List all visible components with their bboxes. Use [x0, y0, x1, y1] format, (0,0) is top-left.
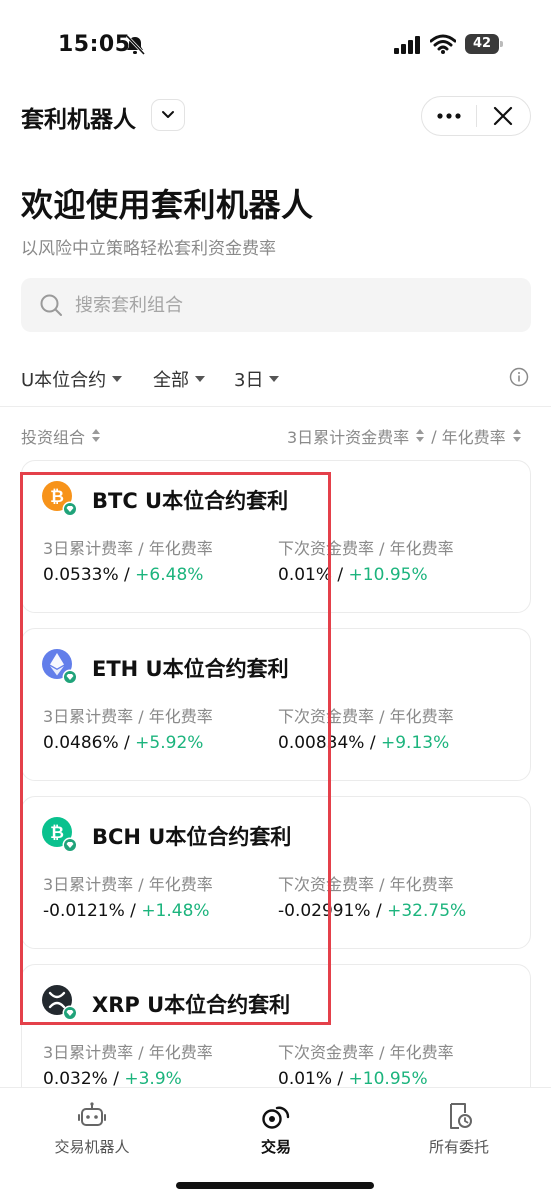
miniapp-capsule [421, 96, 531, 136]
close-button[interactable] [477, 97, 530, 135]
battery-icon: 42 [465, 34, 503, 54]
nav-item-trading-bots[interactable]: 交易机器人 [0, 1088, 184, 1168]
column-header-separator: / [431, 426, 437, 446]
sort-icon [91, 429, 101, 443]
signal-icon [394, 36, 420, 54]
metric-label-cumulative: 3日累计费率 / 年化费率 [43, 1043, 213, 1062]
bch-logo-icon: ₿ [42, 817, 78, 853]
filter-contract-type[interactable]: U本位合约 [21, 366, 123, 392]
filter-scope-label: 全部 [153, 370, 189, 391]
annualized-rate: +10.95% [348, 565, 428, 585]
metric-label-cumulative: 3日累计费率 / 年化费率 [43, 707, 213, 726]
annualized-rate: +1.48% [141, 901, 210, 921]
home-indicator [176, 1182, 374, 1189]
status-bar: 15:05 42 [0, 0, 551, 90]
eth-logo-icon [42, 649, 78, 685]
column-header-portfolio[interactable]: 投资组合 [21, 424, 101, 448]
metric-value-cumulative: 0.032% / +3.9% [43, 1069, 182, 1089]
metric-value-next: -0.02991% / +32.75% [278, 901, 467, 921]
caret-down-icon [269, 376, 280, 382]
filter-scope[interactable]: 全部 [153, 366, 205, 392]
page-heading: 欢迎使用套利机器人 [21, 186, 314, 224]
trade-icon [262, 1106, 290, 1129]
metric-label-next: 下次资金费率 / 年化费率 [278, 1043, 454, 1062]
annualized-rate: +6.48% [135, 565, 204, 585]
filter-period-label: 3日 [234, 370, 264, 391]
column-header-cum-rate-label: 3日累计资金费率 [287, 428, 410, 447]
battery-level: 42 [465, 34, 499, 54]
caret-down-icon [112, 376, 123, 382]
xrp-logo-icon [42, 985, 78, 1021]
metric-label-next: 下次资金费率 / 年化费率 [278, 875, 454, 894]
filter-period[interactable]: 3日 [234, 366, 280, 392]
metric-label-cumulative: 3日累计费率 / 年化费率 [43, 539, 213, 558]
filter-contract-type-label: U本位合约 [21, 370, 107, 391]
metric-value-cumulative: 0.0486% / +5.92% [43, 733, 204, 753]
metric-label-cumulative: 3日累计费率 / 年化费率 [43, 875, 213, 894]
more-button[interactable] [422, 97, 476, 135]
column-header-portfolio-label: 投资组合 [21, 428, 86, 447]
info-icon[interactable] [509, 367, 529, 387]
nav-item-trade[interactable]: 交易 [184, 1088, 368, 1168]
search-input[interactable] [75, 278, 515, 332]
arbitrage-card-btc[interactable]: ₿ BTC U本位合约套利 3日累计费率 / 年化费率 下次资金费率 / 年化费… [21, 460, 531, 613]
robot-icon [78, 1102, 106, 1126]
annualized-rate: +32.75% [387, 901, 467, 921]
arbitrage-card-eth[interactable]: ETH U本位合约套利 3日累计费率 / 年化费率 下次资金费率 / 年化费率 … [21, 628, 531, 781]
metric-value-next: 0.01% / +10.95% [278, 1069, 428, 1089]
sort-icon [512, 429, 522, 443]
svg-text:₿: ₿ [50, 487, 64, 507]
card-title: XRP U本位合约套利 [92, 993, 291, 1017]
search-icon [40, 294, 62, 316]
divider [0, 406, 551, 407]
card-title: ETH U本位合约套利 [92, 657, 289, 681]
nav-item-all-orders[interactable]: 所有委托 [367, 1088, 551, 1168]
metric-value-cumulative: -0.0121% / +1.48% [43, 901, 210, 921]
nav-label: 所有委托 [428, 1138, 489, 1156]
header-title: 套利机器人 [21, 107, 136, 133]
sort-icon [415, 429, 425, 443]
metric-label-next: 下次资金费率 / 年化费率 [278, 707, 454, 726]
annualized-rate: +5.92% [135, 733, 204, 753]
nav-label: 交易机器人 [54, 1138, 130, 1156]
search-bar[interactable] [21, 278, 531, 332]
metric-value-cumulative: 0.0533% / +6.48% [43, 565, 204, 585]
metric-value-next: 0.00834% / +9.13% [278, 733, 450, 753]
svg-text:₿: ₿ [50, 823, 64, 843]
metric-value-next: 0.01% / +10.95% [278, 565, 428, 585]
page-subtitle: 以风险中立策略轻松套利资金费率 [21, 239, 276, 259]
caret-down-icon [195, 376, 205, 382]
metric-label-next: 下次资金费率 / 年化费率 [278, 539, 454, 558]
annualized-rate: +10.95% [348, 1069, 428, 1089]
column-header-rates[interactable]: 3日累计资金费率 / 年化费率 [287, 424, 522, 448]
status-time: 15:05 [58, 32, 131, 57]
annualized-rate: +9.13% [381, 733, 450, 753]
card-title: BCH U本位合约套利 [92, 825, 292, 849]
nav-label: 交易 [260, 1138, 291, 1156]
btc-logo-icon: ₿ [42, 481, 78, 517]
chevron-down-icon [162, 111, 174, 118]
close-icon [494, 106, 513, 126]
more-dots-icon [437, 113, 461, 119]
wifi-icon [430, 34, 456, 54]
orders-icon [450, 1103, 472, 1129]
arbitrage-card-bch[interactable]: ₿ BCH U本位合约套利 3日累计费率 / 年化费率 下次资金费率 / 年化费… [21, 796, 531, 949]
column-header-annual-rate-label: 年化费率 [441, 428, 506, 447]
annualized-rate: +3.9% [124, 1069, 182, 1089]
title-dropdown-button[interactable] [151, 99, 185, 131]
card-title: BTC U本位合约套利 [92, 489, 289, 513]
bell-off-icon [125, 35, 146, 55]
